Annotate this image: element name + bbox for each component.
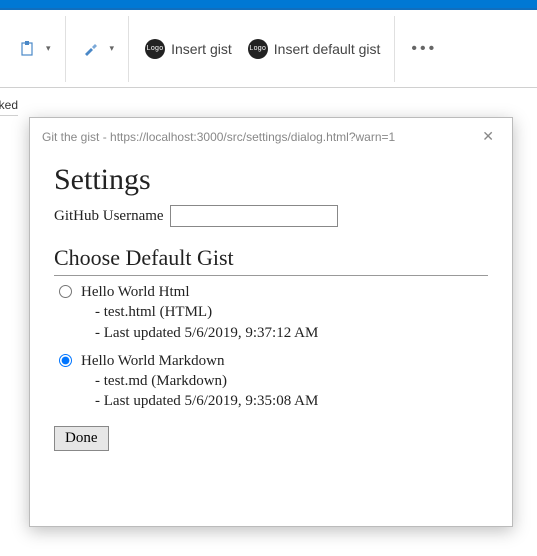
- gist-lines: Hello World Markdown - test.md (Markdown…: [81, 351, 318, 412]
- gist-title: Hello World Markdown: [81, 351, 318, 371]
- ribbon-group-gist: Logo Insert gist Logo Insert default gis…: [131, 16, 395, 82]
- username-input[interactable]: [170, 205, 338, 227]
- more-options-button[interactable]: •••: [403, 34, 445, 64]
- dialog-title: Git the gist - https://localhost:3000/sr…: [42, 130, 395, 144]
- choose-default-heading: Choose Default Gist: [54, 245, 488, 276]
- settings-dialog: Git the gist - https://localhost:3000/sr…: [29, 117, 513, 527]
- ribbon-group-1: ▾: [4, 16, 66, 82]
- close-icon[interactable]: ✕: [476, 126, 500, 147]
- logo-icon: Logo: [145, 39, 165, 59]
- ribbon-group-more: •••: [397, 16, 451, 82]
- ribbon-toolbar: ▾ ▾ Logo Insert gist Logo Insert default…: [0, 10, 537, 88]
- gist-radio[interactable]: [59, 354, 72, 367]
- ribbon-dropdown-1[interactable]: ▾: [10, 35, 59, 63]
- chevron-down-icon: ▾: [46, 43, 51, 54]
- done-button[interactable]: Done: [54, 426, 109, 451]
- ribbon-dropdown-2[interactable]: ▾: [74, 35, 123, 63]
- gist-updated-line: - Last updated 5/6/2019, 9:35:08 AM: [81, 391, 318, 411]
- gist-title: Hello World Html: [81, 282, 318, 302]
- username-row: GitHub Username: [54, 205, 488, 227]
- gist-list: Hello World Html - test.html (HTML) - La…: [54, 282, 488, 412]
- gist-radio[interactable]: [59, 285, 72, 298]
- settings-heading: Settings: [54, 163, 488, 197]
- dialog-body: Settings GitHub Username Choose Default …: [30, 155, 512, 467]
- signature-icon: [82, 39, 102, 59]
- window-top-stripe: [0, 0, 537, 10]
- dialog-titlebar: Git the gist - https://localhost:3000/sr…: [30, 118, 512, 155]
- gist-option[interactable]: Hello World Markdown - test.md (Markdown…: [54, 351, 488, 412]
- chevron-down-icon: ▾: [110, 43, 115, 54]
- username-label: GitHub Username: [54, 208, 164, 225]
- logo-icon: Logo: [248, 39, 268, 59]
- gist-file-line: - test.html (HTML): [81, 302, 318, 322]
- gist-lines: Hello World Html - test.html (HTML) - La…: [81, 282, 318, 343]
- gist-updated-line: - Last updated 5/6/2019, 9:37:12 AM: [81, 323, 318, 343]
- gist-option[interactable]: Hello World Html - test.html (HTML) - La…: [54, 282, 488, 343]
- ribbon-group-2: ▾: [68, 16, 130, 82]
- insert-default-gist-label: Insert default gist: [274, 41, 381, 57]
- insert-default-gist-button[interactable]: Logo Insert default gist: [240, 35, 389, 63]
- attach-icon: [18, 39, 38, 59]
- insert-gist-label: Insert gist: [171, 41, 232, 57]
- partial-left-text: ked: [0, 98, 18, 116]
- gist-file-line: - test.md (Markdown): [81, 371, 318, 391]
- insert-gist-button[interactable]: Logo Insert gist: [137, 35, 240, 63]
